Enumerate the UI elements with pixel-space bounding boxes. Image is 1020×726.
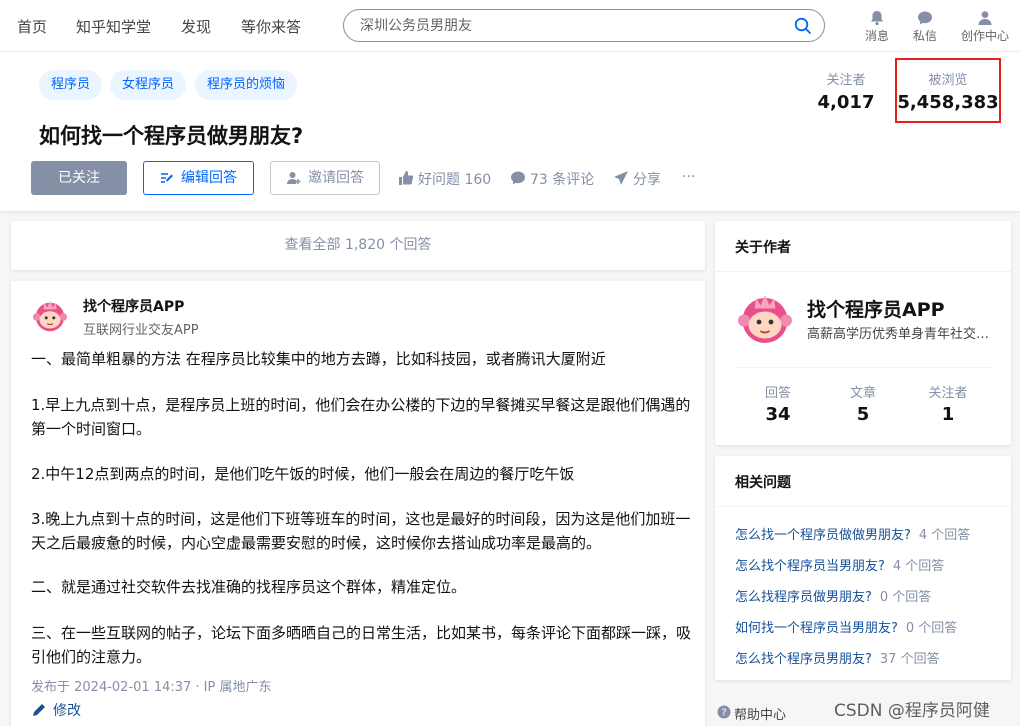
related-question-count: 0 个回答 (905, 621, 958, 636)
invite-answer-label: 邀请回答 (308, 170, 364, 186)
chat-icon (918, 11, 932, 25)
view-all-answers-button[interactable]: 查看全部 1,820 个回答 (11, 221, 705, 270)
help-icon: ? (717, 705, 731, 719)
question-header: 程序员 女程序员 程序员的烦恼 如何找一个程序员做男朋友? 关注者 4,017 … (0, 52, 1020, 211)
answer-paragraph: 一、最简单粗暴的方法 在程序员比较集中的地方去蹲，比如科技园，或者腾讯大厦附近 (31, 350, 606, 368)
views-highlight-box (895, 58, 1001, 123)
edit-answer-label: 编辑回答 (181, 170, 237, 186)
related-question-item[interactable]: 怎么找个程序员当男朋友? 4 个回答 (735, 555, 944, 574)
divider (715, 506, 1011, 507)
invite-answer-button[interactable]: 邀请回答 (270, 161, 380, 195)
related-questions-title: 相关问题 (735, 475, 791, 491)
private-messages-label: 私信 (912, 29, 937, 43)
related-question-count: 37 个回答 (879, 652, 940, 667)
bell-icon (871, 11, 883, 26)
help-center-label: 帮助中心 (734, 708, 787, 723)
related-question-text: 怎么找一个程序员做做男朋友? (735, 528, 911, 543)
divider (715, 271, 1011, 272)
followers-count[interactable]: 4,017 (811, 92, 881, 113)
publish-meta[interactable]: 发布于 2024-02-01 14:37 · IP 属地广东 (31, 676, 271, 695)
answer-paragraph: 三、在一些互联网的帖子，论坛下面多晒晒自己的日常生活，比如某书，每条评论下面都踩… (31, 624, 692, 666)
about-author-title: 关于作者 (735, 240, 791, 256)
avatar[interactable] (735, 289, 795, 349)
nav-home[interactable]: 首页 (17, 16, 47, 37)
user-icon (978, 11, 992, 25)
pencil-icon (33, 704, 45, 716)
answer-paragraph: 2.中午12点到两点的时间，是他们吃午饭的时候，他们一般会在周边的餐厅吃午饭 (31, 465, 575, 483)
related-question-item[interactable]: 怎么找一个程序员做做男朋友? 4 个回答 (735, 524, 970, 543)
answers-count-label: 回答 (764, 386, 791, 401)
related-question-item[interactable]: 怎么找个程序员男朋友? 37 个回答 (735, 648, 940, 667)
topic-tag[interactable]: 女程序员 (110, 70, 187, 100)
nav-waiting-answer[interactable]: 等你来答 (241, 16, 301, 37)
topic-tag[interactable]: 程序员的烦恼 (195, 70, 298, 100)
related-question-count: 4 个回答 (918, 528, 971, 543)
related-question-text: 怎么找程序员做男朋友? (735, 590, 872, 605)
thumbs-up-icon (399, 171, 414, 185)
search-icon[interactable] (794, 17, 812, 35)
related-question-text: 怎么找个程序员男朋友? (735, 652, 872, 667)
about-author-bio: 高薪高学历优秀单身青年社交平台 (807, 327, 991, 342)
related-question-text: 怎么找个程序员当男朋友? (735, 559, 885, 574)
topic-tag[interactable]: 程序员 (39, 70, 103, 100)
articles-count-label: 文章 (849, 386, 876, 401)
about-author-name[interactable]: 找个程序员APP (807, 295, 945, 322)
related-question-item[interactable]: 怎么找程序员做男朋友? 0 个回答 (735, 586, 931, 605)
answer-card: 找个程序员APP 互联网行业交友APP 一、最简单粗暴的方法 在程序员比较集中的… (11, 281, 705, 726)
related-questions-card: 相关问题 怎么找一个程序员做做男朋友? 4 个回答 怎么找个程序员当男朋友? 4 个… (715, 456, 1011, 680)
more-button[interactable]: ··· (682, 169, 695, 185)
nav-discover[interactable]: 发现 (181, 16, 211, 37)
edit-icon (161, 173, 173, 183)
articles-count[interactable]: 5 (828, 404, 898, 425)
good-question-label: 好问题 160 (418, 172, 492, 188)
answer-paragraph: 1.早上九点到十点，是程序员上班的时间，他们会在办公楼的下边的早餐摊买早餐这是跟… (31, 396, 691, 438)
comment-icon (511, 171, 525, 185)
related-question-count: 0 个回答 (879, 590, 932, 605)
followers-label: 关注者 (826, 73, 866, 88)
question-title: 如何找一个程序员做男朋友? (39, 124, 304, 148)
top-nav: 首页 知乎知学堂 发现 等你来答 消息 私信 创作中心 (0, 0, 1020, 52)
messages-label: 消息 (864, 29, 889, 43)
author-followers-count[interactable]: 1 (913, 404, 983, 425)
answers-count[interactable]: 34 (743, 404, 813, 425)
related-question-count: 4 个回答 (892, 559, 945, 574)
answer-paragraph: 二、就是通过社交软件去找准确的找程序员这个群体，精准定位。 (31, 578, 467, 596)
author-name[interactable]: 找个程序员APP (83, 296, 184, 316)
nav-zhixuetang[interactable]: 知乎知学堂 (76, 16, 151, 37)
svg-text:?: ? (721, 708, 726, 719)
share-label: 分享 (633, 172, 661, 188)
search-input[interactable] (360, 16, 780, 36)
avatar[interactable] (31, 297, 69, 335)
answer-paragraph: 3.晚上九点到十点的时间，这是他们下班等班车的时间，这也是最好的时间段，因为这是… (31, 510, 691, 552)
followed-button[interactable]: 已关注 (31, 161, 127, 195)
author-followers-label: 关注者 (928, 386, 968, 401)
private-messages-button[interactable]: 私信 (911, 10, 939, 44)
related-question-text: 如何找一个程序员当男朋友? (735, 621, 898, 636)
share-icon (614, 171, 628, 185)
messages-button[interactable]: 消息 (863, 10, 891, 44)
edit-answer-button[interactable]: 编辑回答 (143, 161, 254, 195)
creator-center-label: 创作中心 (960, 29, 1009, 43)
watermark: CSDN @程序员阿健 (834, 701, 990, 721)
divider (735, 367, 991, 368)
search-box (343, 9, 825, 42)
about-author-card: 关于作者 找个程序员APP 高薪高学历优秀单身青年社交平台 回答 34 文章 5… (715, 221, 1011, 445)
creator-center-button[interactable]: 创作中心 (960, 10, 1010, 44)
add-user-icon (287, 172, 301, 184)
author-bio: 互联网行业交友APP (83, 323, 199, 338)
related-question-item[interactable]: 如何找一个程序员当男朋友? 0 个回答 (735, 617, 957, 636)
comments-label: 73 条评论 (530, 172, 595, 188)
modify-answer-label: 修改 (53, 703, 81, 719)
